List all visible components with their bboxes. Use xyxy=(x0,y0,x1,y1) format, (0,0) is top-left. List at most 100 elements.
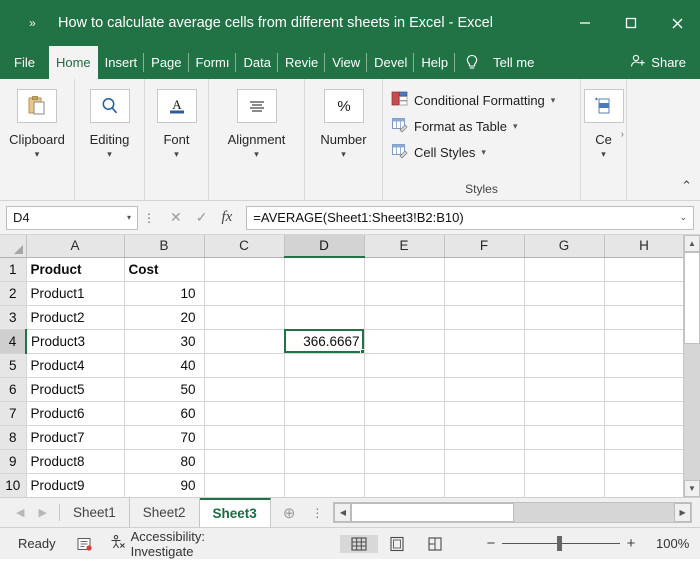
cell-h8[interactable] xyxy=(604,425,684,449)
cell-c3[interactable] xyxy=(204,305,284,329)
horizontal-scrollbar[interactable]: ◀ ▶ xyxy=(333,502,692,523)
font-color-icon[interactable]: A xyxy=(157,89,197,123)
ribbon-group-alignment[interactable]: Alignment ▾ xyxy=(209,79,305,200)
column-header-b[interactable]: B xyxy=(124,235,204,257)
tab-file[interactable]: File xyxy=(0,46,49,79)
cell-b5[interactable]: 40 xyxy=(124,353,204,377)
close-button[interactable] xyxy=(654,0,700,46)
insert-function-icon[interactable]: fx xyxy=(221,209,232,226)
formula-bar-kebab-icon[interactable]: ⋮ xyxy=(142,212,156,224)
chevron-down-icon[interactable]: ▾ xyxy=(127,213,131,222)
cell-d8[interactable] xyxy=(284,425,364,449)
cell-b8[interactable]: 70 xyxy=(124,425,204,449)
cancel-formula-icon[interactable]: ✕ xyxy=(170,209,182,226)
cell-e5[interactable] xyxy=(364,353,444,377)
cell-f10[interactable] xyxy=(444,473,524,497)
ribbon-group-number[interactable]: % Number ▾ xyxy=(305,79,383,200)
cell-a9[interactable]: Product8 xyxy=(26,449,124,473)
enter-formula-icon[interactable]: ✓ xyxy=(196,209,208,226)
add-sheet-button[interactable]: ⊕ xyxy=(271,498,308,527)
cell-f5[interactable] xyxy=(444,353,524,377)
cell-c10[interactable] xyxy=(204,473,284,497)
column-header-e[interactable]: E xyxy=(364,235,444,257)
column-header-d[interactable]: D xyxy=(284,235,364,257)
cell-e3[interactable] xyxy=(364,305,444,329)
cell-b10[interactable]: 90 xyxy=(124,473,204,497)
tell-me-search[interactable]: Tell me xyxy=(485,46,542,79)
cell-e7[interactable] xyxy=(364,401,444,425)
cell-b4[interactable]: 30 xyxy=(124,329,204,353)
cell-c2[interactable] xyxy=(204,281,284,305)
sheet-tab-sheet1[interactable]: Sheet1 xyxy=(60,498,130,527)
quick-access-toolbar-expand-icon[interactable]: » xyxy=(22,16,42,30)
cell-a8[interactable]: Product7 xyxy=(26,425,124,449)
cells-insert-icon[interactable] xyxy=(584,89,624,123)
cell-f3[interactable] xyxy=(444,305,524,329)
ribbon-group-font[interactable]: A Font ▾ xyxy=(145,79,209,200)
cell-h4[interactable] xyxy=(604,329,684,353)
cell-a1[interactable]: Product xyxy=(26,257,124,281)
cell-d1[interactable] xyxy=(284,257,364,281)
cell-g8[interactable] xyxy=(524,425,604,449)
cell-c9[interactable] xyxy=(204,449,284,473)
share-button[interactable]: Share xyxy=(624,46,692,79)
tab-home[interactable]: Home xyxy=(49,46,98,79)
row-header-10[interactable]: 10 xyxy=(0,473,26,497)
cell-styles-button[interactable]: Cell Styles ▾ xyxy=(389,139,580,165)
previous-sheet-icon[interactable]: ◀ xyxy=(16,506,24,519)
row-header-7[interactable]: 7 xyxy=(0,401,26,425)
cell-b9[interactable]: 80 xyxy=(124,449,204,473)
maximize-button[interactable] xyxy=(608,0,654,46)
search-icon[interactable] xyxy=(90,89,130,123)
cell-g6[interactable] xyxy=(524,377,604,401)
cell-b3[interactable]: 20 xyxy=(124,305,204,329)
cell-b2[interactable]: 10 xyxy=(124,281,204,305)
cell-c7[interactable] xyxy=(204,401,284,425)
chevron-down-icon[interactable]: ▾ xyxy=(551,95,556,106)
zoom-out-button[interactable]: − xyxy=(480,535,502,552)
page-break-preview-button[interactable] xyxy=(416,535,454,553)
normal-view-button[interactable] xyxy=(340,535,378,553)
accessibility-status[interactable]: Accessibility: Investigate xyxy=(101,529,262,559)
cell-c4[interactable] xyxy=(204,329,284,353)
chevron-down-icon[interactable]: ▾ xyxy=(107,150,112,159)
clipboard-icon[interactable] xyxy=(17,89,57,123)
chevron-down-icon[interactable]: ▾ xyxy=(601,150,606,159)
cell-f6[interactable] xyxy=(444,377,524,401)
cell-h10[interactable] xyxy=(604,473,684,497)
zoom-slider-thumb[interactable] xyxy=(557,536,562,551)
page-layout-view-button[interactable] xyxy=(378,535,416,553)
cell-a4[interactable]: Product3 xyxy=(26,329,124,353)
percent-icon[interactable]: % xyxy=(324,89,364,123)
horizontal-scroll-thumb[interactable] xyxy=(351,503,513,522)
row-header-2[interactable]: 2 xyxy=(0,281,26,305)
cell-e6[interactable] xyxy=(364,377,444,401)
expand-formula-bar-icon[interactable]: ⌄ xyxy=(679,212,687,223)
tab-insert[interactable]: Insert xyxy=(98,46,145,79)
chevron-down-icon[interactable]: ▾ xyxy=(174,150,179,159)
cell-d4-selected[interactable]: 366.6667 xyxy=(284,329,364,353)
tab-review[interactable]: Revie xyxy=(278,46,325,79)
cell-e8[interactable] xyxy=(364,425,444,449)
cell-e4[interactable] xyxy=(364,329,444,353)
cell-f8[interactable] xyxy=(444,425,524,449)
chevron-down-icon[interactable]: ▾ xyxy=(35,150,40,159)
cell-c8[interactable] xyxy=(204,425,284,449)
zoom-level-label[interactable]: 100% xyxy=(656,536,700,551)
format-as-table-button[interactable]: Format as Table ▾ xyxy=(389,113,580,139)
column-header-c[interactable]: C xyxy=(204,235,284,257)
scroll-left-icon[interactable]: ◀ xyxy=(334,503,351,522)
chevron-down-icon[interactable]: ▾ xyxy=(254,150,259,159)
row-header-6[interactable]: 6 xyxy=(0,377,26,401)
cell-a2[interactable]: Product1 xyxy=(26,281,124,305)
chevron-down-icon[interactable]: ▾ xyxy=(341,150,346,159)
conditional-formatting-button[interactable]: Conditional Formatting ▾ xyxy=(389,87,580,113)
cell-d10[interactable] xyxy=(284,473,364,497)
cell-d7[interactable] xyxy=(284,401,364,425)
cell-h1[interactable] xyxy=(604,257,684,281)
cell-e9[interactable] xyxy=(364,449,444,473)
cell-c6[interactable] xyxy=(204,377,284,401)
tab-help[interactable]: Help xyxy=(414,46,455,79)
cell-h9[interactable] xyxy=(604,449,684,473)
collapse-ribbon-button[interactable]: ⌃ xyxy=(681,178,692,194)
